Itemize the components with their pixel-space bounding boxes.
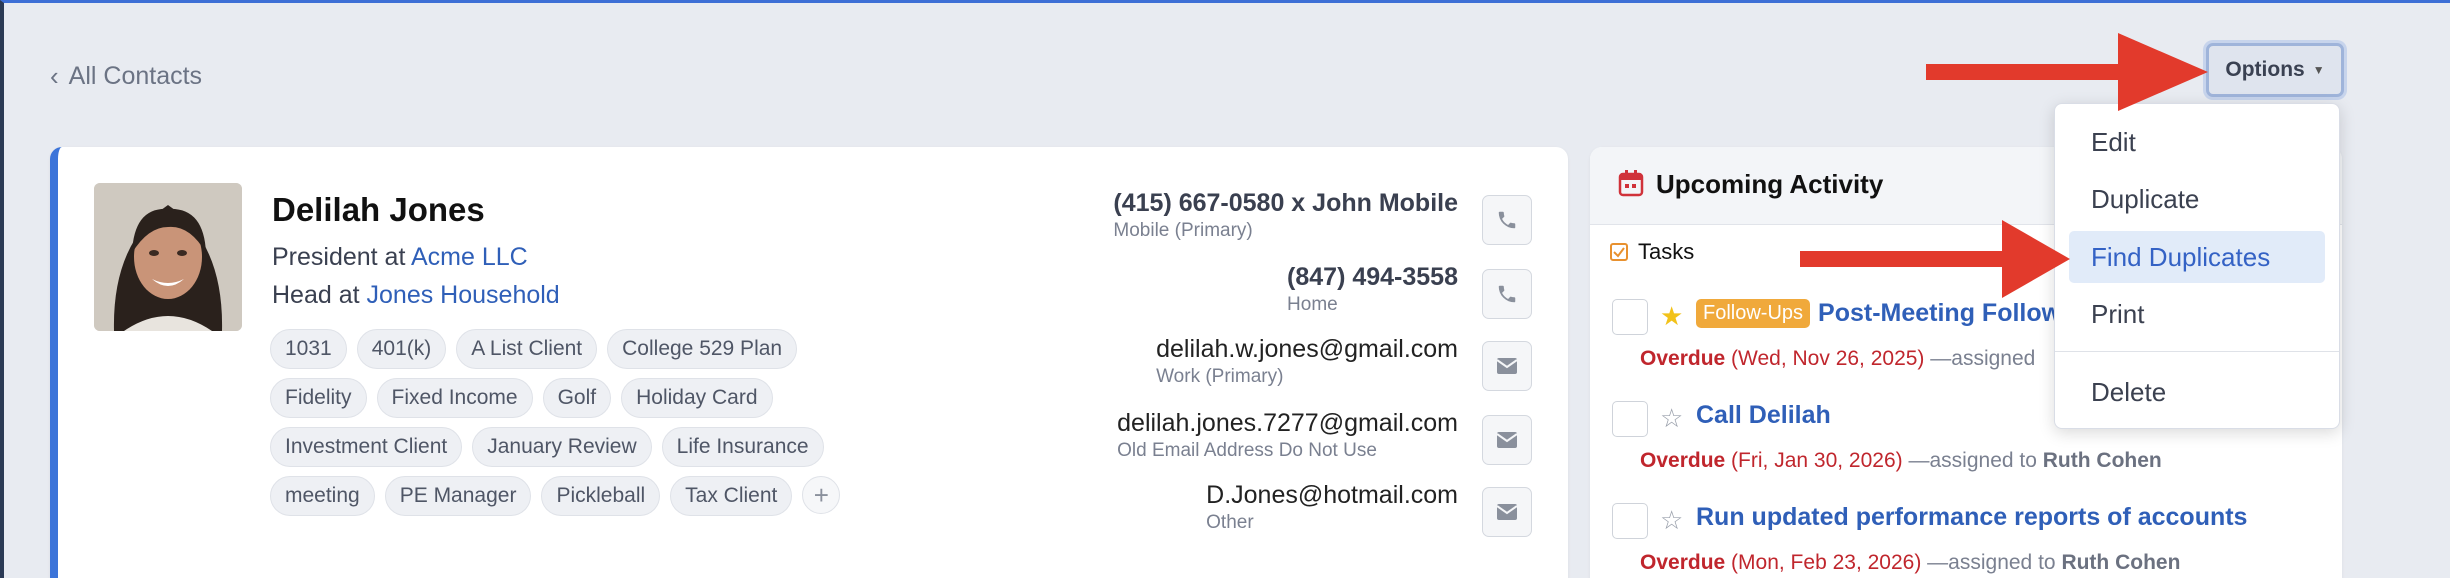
contact-method-email-other: D.Jones@hotmail.com Other [1206,481,1458,534]
phone-icon [1498,285,1516,303]
email-address[interactable]: D.Jones@hotmail.com [1206,481,1458,510]
star-outline-icon[interactable]: ☆ [1660,403,1683,434]
task-checkbox[interactable] [1612,401,1648,437]
email-button[interactable] [1482,487,1532,537]
contact-role-2: Head at Jones Household [272,281,560,310]
avatar [94,183,242,331]
star-outline-icon[interactable]: ☆ [1660,505,1683,536]
task-due-date: (Fri, Jan 30, 2026) [1731,449,1903,472]
role-2-prefix: Head at [272,281,360,309]
back-link-label: All Contacts [68,62,203,90]
email-button[interactable] [1482,341,1532,391]
back-to-contacts-link[interactable]: ‹ All Contacts [50,61,202,92]
task-checkbox[interactable] [1612,503,1648,539]
tag[interactable]: A List Client [456,329,598,369]
tag[interactable]: meeting [270,476,375,516]
menu-divider [2055,351,2339,352]
task-meta: Overdue (Mon, Feb 23, 2026) —assigned to… [1640,551,2180,575]
mail-icon [1496,358,1518,374]
tag[interactable]: Fidelity [270,378,367,418]
task-assignee: Ruth Cohen [2042,449,2162,472]
contact-method-phone-mobile: (415) 667-0580 x John Mobile Mobile (Pri… [1113,189,1458,242]
options-button-label: Options [2225,58,2305,81]
email-label: Other [1206,512,1254,533]
call-button[interactable] [1482,195,1532,245]
task-assigned-text: —assigned to [1908,449,2037,472]
add-tag-button[interactable]: + [802,476,841,514]
task-due-date: (Mon, Feb 23, 2026) [1731,551,1922,574]
tag[interactable]: College 529 Plan [607,329,798,369]
contact-name: Delilah Jones [272,191,485,228]
task-title-link[interactable]: Call Delilah [1696,401,1831,430]
task-title-link[interactable]: Run updated performance reports of accou… [1696,503,2247,532]
tasks-section-header: Tasks [1610,239,1694,265]
contact-method-phone-home: (847) 494-3558 Home [1287,263,1458,316]
tag[interactable]: January Review [472,427,652,467]
tasks-label: Tasks [1638,239,1695,264]
task-title-line: Run updated performance reports of accou… [1696,503,2247,532]
email-label: Work (Primary) [1156,366,1284,387]
task-checkbox[interactable] [1612,299,1648,335]
tag[interactable]: Holiday Card [621,378,773,418]
annotation-arrow-options-icon [1926,33,2208,111]
phone-number[interactable]: (415) 667-0580 x John Mobile [1113,189,1458,218]
task-title-link[interactable]: Post-Meeting Follow [1818,299,2061,328]
menu-item-duplicate[interactable]: Duplicate [2069,173,2325,225]
plus-icon: + [813,479,829,510]
organization-link-household[interactable]: Jones Household [367,281,560,309]
tag[interactable]: Pickleball [541,476,661,516]
tag[interactable]: Tax Client [670,476,793,516]
activity-title: Upcoming Activity [1656,169,1884,199]
contact-method-email-work: delilah.w.jones@gmail.com Work (Primary) [1156,335,1458,388]
email-address[interactable]: delilah.w.jones@gmail.com [1156,335,1458,364]
email-button[interactable] [1482,415,1532,465]
email-label: Old Email Address Do Not Use [1117,440,1377,461]
tag[interactable]: Golf [542,378,612,418]
role-1-prefix: President at [272,243,406,271]
task-status: Overdue [1640,449,1726,472]
task-due-date: (Wed, Nov 26, 2025) [1731,347,1925,370]
task-assignee: Ruth Cohen [2061,551,2181,574]
task-meta: Overdue (Wed, Nov 26, 2025) —assigned [1640,347,2035,371]
phone-number[interactable]: (847) 494-3558 [1287,263,1458,292]
caret-down-icon: ▼ [2312,63,2325,77]
contact-card: Delilah Jones President at Acme LLC Head… [50,147,1568,578]
menu-item-find-duplicates[interactable]: Find Duplicates [2069,231,2325,283]
task-category-badge: Follow-Ups [1696,299,1811,328]
task-title-line: Call Delilah [1696,401,1831,430]
tag[interactable]: PE Manager [384,476,532,516]
tag[interactable]: 1031 [270,329,347,369]
calendar-icon [1618,170,1644,197]
menu-item-print[interactable]: Print [2069,288,2325,340]
annotation-arrow-find-duplicates-icon [1800,220,2070,298]
call-button[interactable] [1482,269,1532,319]
contact-role-1: President at Acme LLC [272,243,528,272]
options-button[interactable]: Options ▼ [2206,43,2344,97]
task-assigned-text: —assigned to [1927,551,2056,574]
contact-method-email-old: delilah.jones.7277@gmail.com Old Email A… [1117,409,1458,462]
tag[interactable]: Investment Client [270,427,463,467]
star-filled-icon[interactable]: ★ [1660,301,1683,332]
tag[interactable]: Life Insurance [661,427,824,467]
menu-item-delete[interactable]: Delete [2069,366,2325,418]
checkbox-checked-icon [1610,243,1628,261]
tag[interactable]: Fixed Income [376,378,533,418]
chevron-left-icon: ‹ [50,61,59,91]
mail-icon [1496,432,1518,448]
options-dropdown-menu: Edit Duplicate Find Duplicates Print Del… [2054,103,2340,429]
tag[interactable]: 401(k) [356,329,447,369]
task-status: Overdue [1640,347,1726,370]
phone-label: Home [1287,294,1338,315]
task-assigned-text: —assigned [1930,347,2036,370]
email-address[interactable]: delilah.jones.7277@gmail.com [1117,409,1458,438]
task-meta: Overdue (Fri, Jan 30, 2026) —assigned to… [1640,449,2162,473]
organization-link-acme[interactable]: Acme LLC [411,243,528,271]
task-status: Overdue [1640,551,1726,574]
tag-list: 1031 401(k) A List Client College 529 Pl… [270,329,870,525]
mail-icon [1496,504,1518,520]
phone-icon [1498,211,1516,229]
task-title-line: Follow-Ups Post-Meeting Follow [1696,299,2061,328]
menu-item-edit[interactable]: Edit [2069,116,2325,168]
phone-label: Mobile (Primary) [1113,220,1253,241]
